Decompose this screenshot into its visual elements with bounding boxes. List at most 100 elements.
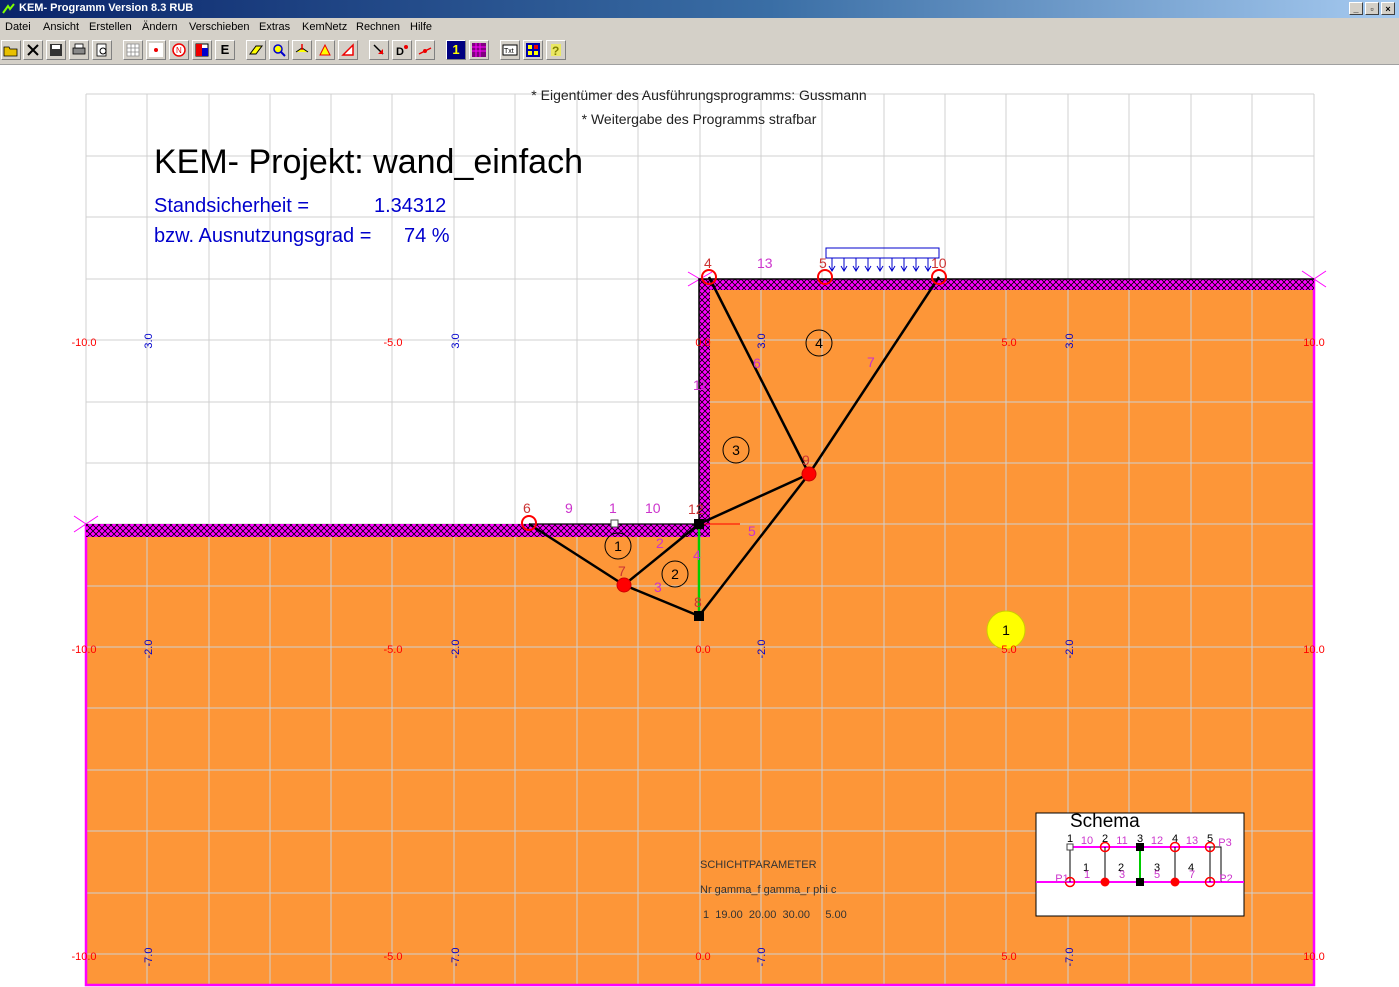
triangle-button[interactable]	[315, 40, 335, 60]
svg-text:Txt: Txt	[504, 48, 514, 55]
menu-erstellen[interactable]: Erstellen	[89, 21, 132, 33]
schema-elem-12: 12	[1151, 835, 1163, 847]
schema-title: Schema	[1070, 811, 1140, 832]
node-8[interactable]	[694, 611, 704, 621]
schema-top-2: 2	[1102, 833, 1108, 845]
node-label-6: 6	[523, 500, 531, 516]
print-preview-button[interactable]	[92, 40, 112, 60]
d-node-icon: D	[396, 45, 408, 58]
svg-text:N: N	[176, 46, 182, 55]
close-x-icon	[27, 44, 39, 56]
surface-left	[86, 524, 699, 537]
y-label-top-1: 3.0	[143, 333, 155, 348]
zoom-button[interactable]	[269, 40, 289, 60]
text-box-button[interactable]: Txt	[500, 40, 520, 60]
menu-aendern[interactable]: Ändern	[142, 21, 177, 33]
wall-surface	[699, 279, 710, 537]
x-label-top-4: 5.0	[1001, 337, 1016, 349]
block-label-1: 1	[614, 538, 622, 554]
x-label-bottom-3: 0.0	[695, 951, 710, 963]
layer-params-row-1: 1 19.00 20.00 30.00 5.00	[703, 909, 847, 921]
node-number-icon: N	[172, 43, 186, 57]
svg-text:D: D	[396, 46, 404, 58]
save-button[interactable]	[46, 40, 66, 60]
yellow-dots-button[interactable]	[523, 40, 543, 60]
schema-top-3: 3	[1137, 833, 1143, 845]
print-button[interactable]	[69, 40, 89, 60]
y-label-top-4: 3.0	[1064, 333, 1076, 348]
menu-verschieben[interactable]: Verschieben	[189, 21, 250, 33]
slope-button[interactable]	[246, 40, 266, 60]
y-label-top-3: 3.0	[756, 333, 768, 348]
node-9[interactable]	[801, 466, 817, 482]
toolbar: N E D 1 Txt ?	[0, 37, 1399, 65]
element-label-3: 3	[654, 579, 662, 595]
node-label-8: 8	[694, 594, 702, 610]
block-label-4: 4	[815, 335, 823, 351]
layer-icon	[195, 43, 209, 57]
menu-extras[interactable]: Extras	[259, 21, 290, 33]
restore-button[interactable]: ▫	[1365, 2, 1379, 15]
x-label-bottom-5: 10.0	[1303, 951, 1324, 963]
node-7[interactable]	[616, 577, 632, 593]
node-label-4: 4	[704, 255, 712, 271]
x-label-bottom-1: -10.0	[71, 951, 96, 963]
menu-hilfe[interactable]: Hilfe	[410, 21, 432, 33]
node-label-5: 5	[819, 255, 827, 271]
open-button[interactable]	[1, 40, 21, 60]
safety-value: 1.34312	[374, 195, 446, 217]
x-label-top-1: -10.0	[71, 337, 96, 349]
menu-kemnetz[interactable]: KemNetz	[302, 21, 347, 33]
drawing-canvas[interactable]: * Eigentümer des Ausführungsprogramms: G…	[0, 65, 1399, 987]
layer-params-heading: SCHICHTPARAMETER	[700, 859, 817, 871]
schema-bottom-1: 1	[1084, 869, 1090, 881]
window-title: KEM- Programm Version 8.3 RUB	[19, 2, 194, 14]
app-icon	[2, 3, 15, 14]
menu-bar: Datei Ansicht Erstellen Ändern Verschieb…	[0, 18, 1399, 37]
number-one-button[interactable]: 1	[446, 40, 466, 60]
close-button[interactable]: ×	[1381, 2, 1395, 15]
element-label-2: 2	[656, 535, 664, 551]
title-bar: KEM- Programm Version 8.3 RUB _ ▫ ×	[0, 0, 1399, 18]
menu-rechnen[interactable]: Rechnen	[356, 21, 400, 33]
move-node-button[interactable]	[415, 40, 435, 60]
grid-purple-button[interactable]	[469, 40, 489, 60]
arrow-down-icon	[373, 44, 384, 55]
close-file-button[interactable]	[23, 40, 43, 60]
y-label-bottom-1: -7.0	[143, 948, 155, 967]
layer-button[interactable]	[192, 40, 212, 60]
y-label-bottom-3: -7.0	[756, 948, 768, 967]
schema-point-p2: P2	[1219, 873, 1232, 885]
x-label-bottom-2: -5.0	[384, 951, 403, 963]
d-node-button[interactable]: D	[392, 40, 412, 60]
x-label-mid-1: -10.0	[71, 644, 96, 656]
x-label-top-3: 0.0	[695, 337, 710, 349]
minimize-button[interactable]: _	[1349, 2, 1363, 15]
layer-marker-label: 1	[1002, 622, 1010, 638]
node-button[interactable]	[146, 40, 166, 60]
menu-datei[interactable]: Datei	[5, 21, 31, 33]
help-button[interactable]: ?	[546, 40, 566, 60]
y-label-mid-2: -2.0	[450, 640, 462, 659]
x-label-top-5: 10.0	[1303, 337, 1324, 349]
node-12[interactable]	[694, 519, 704, 529]
text-e-button[interactable]: E	[215, 40, 235, 60]
y-label-top-2: 3.0	[450, 333, 462, 348]
element-label-10: 10	[645, 500, 661, 516]
grid-icon	[126, 43, 140, 57]
notice-line-2: * Weitergabe des Programms strafbar	[582, 111, 817, 127]
arrow-down-button[interactable]	[369, 40, 389, 60]
open-folder-icon	[3, 46, 18, 57]
yellow-dots-icon	[526, 43, 540, 57]
grid-button[interactable]	[123, 40, 143, 60]
small-node	[610, 519, 619, 528]
element-label-6: 6	[753, 355, 761, 371]
schema-top-1: 1	[1067, 833, 1073, 845]
grid-purple-icon	[472, 43, 486, 57]
load-button[interactable]	[292, 40, 312, 60]
y-label-bottom-4: -7.0	[1064, 948, 1076, 967]
menu-ansicht[interactable]: Ansicht	[43, 21, 79, 33]
triangle-red-button[interactable]	[338, 40, 358, 60]
node-number-button[interactable]: N	[169, 40, 189, 60]
notice-line-1: * Eigentümer des Ausführungsprogramms: G…	[531, 87, 866, 103]
